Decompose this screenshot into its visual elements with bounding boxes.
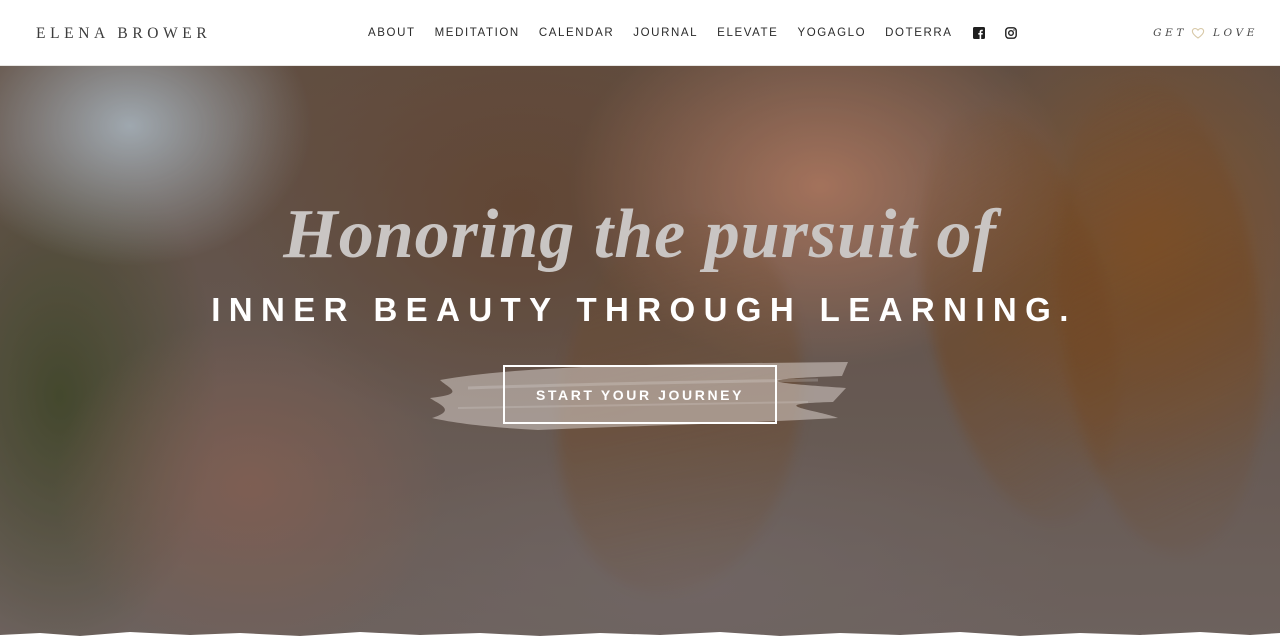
get-love-left-text: GET <box>1153 27 1187 39</box>
start-journey-button[interactable]: START YOUR JOURNEY <box>503 365 777 424</box>
site-logo[interactable]: ELENA BROWER <box>36 25 211 43</box>
hero-image-overlay <box>0 66 1280 641</box>
nav-link-yogaglo[interactable]: YOGAGLO <box>797 27 866 39</box>
nav-link-about[interactable]: ABOUT <box>368 27 416 39</box>
main-nav: ABOUT MEDITATION CALENDAR JOURNAL ELEVAT… <box>368 27 1037 39</box>
get-love-link[interactable]: GET LOVE <box>1153 27 1258 39</box>
nav-link-calendar[interactable]: CALENDAR <box>539 27 614 39</box>
facebook-icon[interactable] <box>972 27 985 39</box>
instagram-icon[interactable] <box>1004 27 1017 39</box>
nav-link-meditation[interactable]: MEDITATION <box>435 27 520 39</box>
nav-link-elevate[interactable]: ELEVATE <box>717 27 778 39</box>
heart-icon <box>1191 27 1205 39</box>
nav-link-doterra[interactable]: DOTERRA <box>885 27 952 39</box>
social-links <box>972 27 1037 39</box>
torn-paper-edge <box>0 632 1280 641</box>
hero-section: Honoring the pursuit of INNER BEAUTY THR… <box>0 66 1280 641</box>
nav-link-journal[interactable]: JOURNAL <box>633 27 698 39</box>
hero-headline-caps: INNER BEAUTY THROUGH LEARNING. <box>211 291 1077 328</box>
site-header: ELENA BROWER ABOUT MEDITATION CALENDAR J… <box>0 0 1280 66</box>
get-love-right-text: LOVE <box>1212 27 1258 39</box>
hero-headline-script: Honoring the pursuit of <box>283 196 997 273</box>
